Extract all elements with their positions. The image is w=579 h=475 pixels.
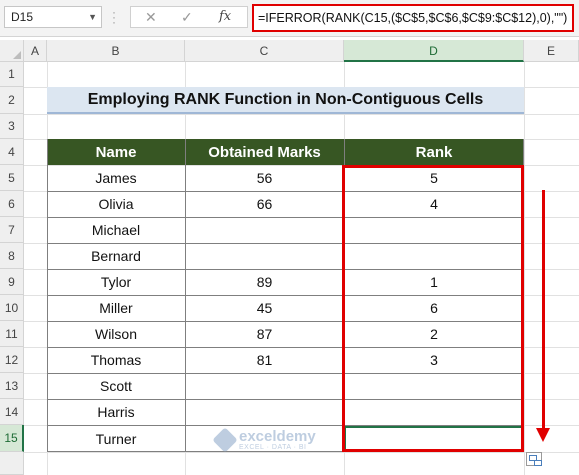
name-box[interactable]: D15 ▼ xyxy=(4,6,102,28)
marks-cell[interactable] xyxy=(185,399,344,425)
marks-cell[interactable]: 87 xyxy=(185,321,344,347)
row-header-7[interactable]: 7 xyxy=(0,217,24,243)
arrow-head-icon xyxy=(536,428,550,442)
row-header-1[interactable]: 1 xyxy=(0,62,24,87)
cancel-icon[interactable]: ✕ xyxy=(145,9,157,26)
name-cell[interactable]: Thomas xyxy=(47,347,185,373)
enter-icon[interactable]: ✓ xyxy=(181,9,193,26)
column-header-b[interactable]: B xyxy=(47,40,185,62)
header-name[interactable]: Name xyxy=(47,139,185,165)
row-header-9[interactable]: 9 xyxy=(0,269,24,295)
name-box-value: D15 xyxy=(11,10,34,24)
column-header-e[interactable]: E xyxy=(524,40,579,62)
header-obtained-marks[interactable]: Obtained Marks xyxy=(185,139,344,165)
marks-cell[interactable]: 66 xyxy=(185,191,344,217)
exceldemy-watermark: exceldemy EXCEL · DATA · BI xyxy=(212,427,316,453)
formula-buttons: ✕ ✓ fx xyxy=(130,6,248,28)
drag-handle-icon[interactable]: · · · xyxy=(112,6,116,28)
name-cell[interactable]: Harris xyxy=(47,399,185,425)
fill-arrow-icon xyxy=(542,190,545,430)
column-header-c[interactable]: C xyxy=(185,40,344,62)
exceldemy-logo-icon xyxy=(212,427,238,453)
column-header-a[interactable]: A xyxy=(24,40,47,62)
marks-cell[interactable]: 56 xyxy=(185,165,344,191)
marks-cell[interactable] xyxy=(185,217,344,243)
column-header-d[interactable]: D xyxy=(344,40,524,62)
row-header-12[interactable]: 12 xyxy=(0,347,24,373)
row-header-3[interactable]: 3 xyxy=(0,114,24,139)
row-header-10[interactable]: 10 xyxy=(0,295,24,321)
row-header-6[interactable]: 6 xyxy=(0,191,24,217)
row-header-13[interactable]: 13 xyxy=(0,373,24,399)
watermark-tagline: EXCEL · DATA · BI xyxy=(239,444,307,451)
insert-function-icon[interactable]: fx xyxy=(219,9,231,24)
marks-cell[interactable]: 45 xyxy=(185,295,344,321)
formula-input[interactable]: =IFERROR(RANK(C15,($C$5,$C$6,$C$9:$C$12)… xyxy=(252,4,574,32)
row-header-4[interactable]: 4 xyxy=(0,139,24,165)
sheet-title[interactable]: Employing RANK Function in Non-Contiguou… xyxy=(47,87,524,114)
marks-cell[interactable] xyxy=(185,373,344,399)
name-cell[interactable]: Miller xyxy=(47,295,185,321)
row-header-14[interactable]: 14 xyxy=(0,399,24,425)
name-box-dropdown-icon[interactable]: ▼ xyxy=(88,7,97,27)
row-header-15[interactable]: 15 xyxy=(0,425,24,452)
name-cell[interactable]: Turner xyxy=(47,425,185,452)
name-cell[interactable]: Scott xyxy=(47,373,185,399)
watermark-name: exceldemy xyxy=(239,428,316,445)
name-cell[interactable]: Tylor xyxy=(47,269,185,295)
name-cell[interactable]: Michael xyxy=(47,217,185,243)
header-rank[interactable]: Rank xyxy=(344,139,524,165)
row-header-16 xyxy=(0,452,24,475)
row-header-5[interactable]: 5 xyxy=(0,165,24,191)
marks-cell[interactable] xyxy=(185,243,344,269)
marks-cell[interactable]: 89 xyxy=(185,269,344,295)
name-cell[interactable]: James xyxy=(47,165,185,191)
row-header-2[interactable]: 2 xyxy=(0,87,24,114)
name-cell[interactable]: Bernard xyxy=(47,243,185,269)
marks-cell[interactable]: 81 xyxy=(185,347,344,373)
row-header-11[interactable]: 11 xyxy=(0,321,24,347)
auto-fill-options-icon[interactable] xyxy=(526,452,542,466)
highlight-box xyxy=(342,165,524,452)
row-header-8[interactable]: 8 xyxy=(0,243,24,269)
name-cell[interactable]: Wilson xyxy=(47,321,185,347)
name-cell[interactable]: Olivia xyxy=(47,191,185,217)
select-all-button[interactable] xyxy=(0,40,24,62)
formula-bar: D15 ▼ · · · ✕ ✓ fx =IFERROR(RANK(C15,($C$5… xyxy=(0,0,579,37)
